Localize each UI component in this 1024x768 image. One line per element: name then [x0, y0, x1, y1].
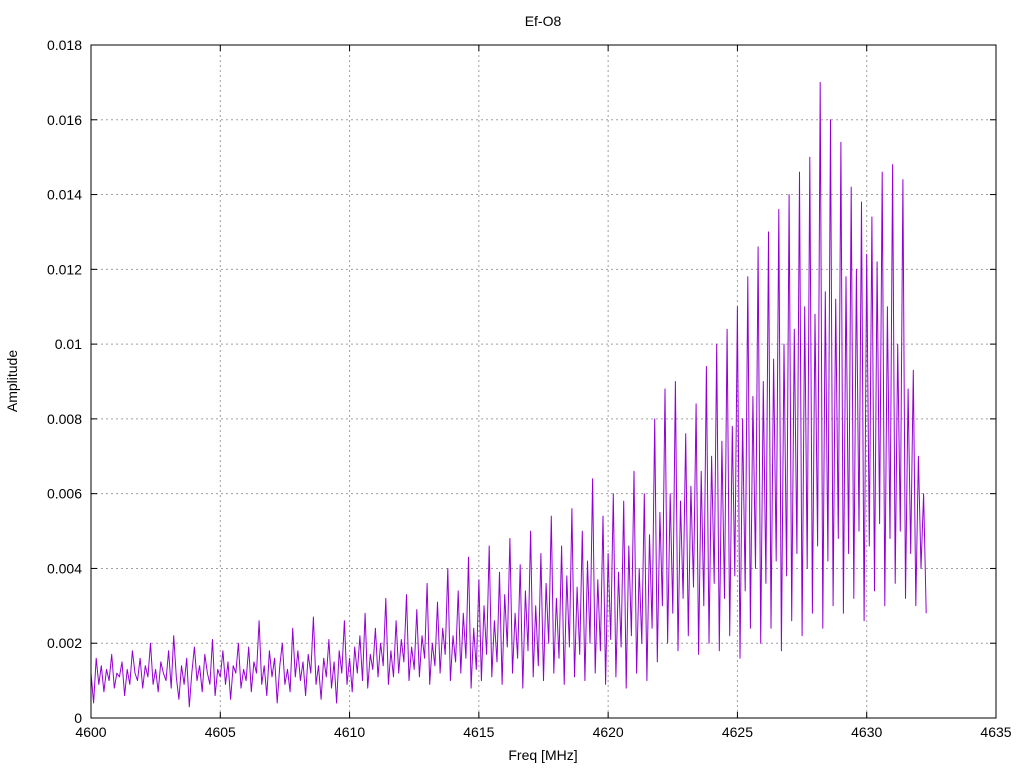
y-axis-tick-labels: 0 0.002 0.004 0.006 0.008 0.01 0.012 0.014 0.016… — [47, 37, 82, 726]
y-tick-label: 0.008 — [47, 411, 82, 427]
x-tick-label: 4630 — [851, 724, 882, 740]
x-axis-tick-labels: 4600 4605 4610 4615 4620 4625 4630 4635 — [75, 724, 1011, 740]
x-axis-label: Freq [MHz] — [508, 747, 577, 763]
y-tick-label: 0 — [74, 710, 82, 726]
y-tick-label: 0.006 — [47, 486, 82, 502]
x-tick-label: 4625 — [722, 724, 753, 740]
x-tick-label: 4605 — [205, 724, 236, 740]
y-tick-label: 0.004 — [47, 560, 82, 576]
series-line — [90, 81, 927, 708]
x-tick-label: 4610 — [334, 724, 365, 740]
x-tick-label: 4620 — [593, 724, 624, 740]
amplitude-spectrum-chart: 4600 4605 4610 4615 4620 4625 4630 4635 00.0020… — [4, 13, 1012, 763]
x-tick-label: 4615 — [463, 724, 494, 740]
y-tick-label: 0.016 — [47, 112, 82, 128]
x-tick-label: 4635 — [980, 724, 1011, 740]
y-tick-label: 0.014 — [47, 187, 82, 203]
y-axis-label: Amplitude — [4, 350, 20, 412]
plot-area — [90, 81, 927, 708]
y-tick-label: 0.01 — [55, 336, 82, 352]
chart-title: Ef-O8 — [525, 13, 562, 29]
y-tick-label: 0.002 — [47, 635, 82, 651]
y-tick-label: 0.012 — [47, 261, 82, 277]
x-tick-label: 4600 — [75, 724, 106, 740]
y-tick-label: 0.018 — [47, 37, 82, 53]
